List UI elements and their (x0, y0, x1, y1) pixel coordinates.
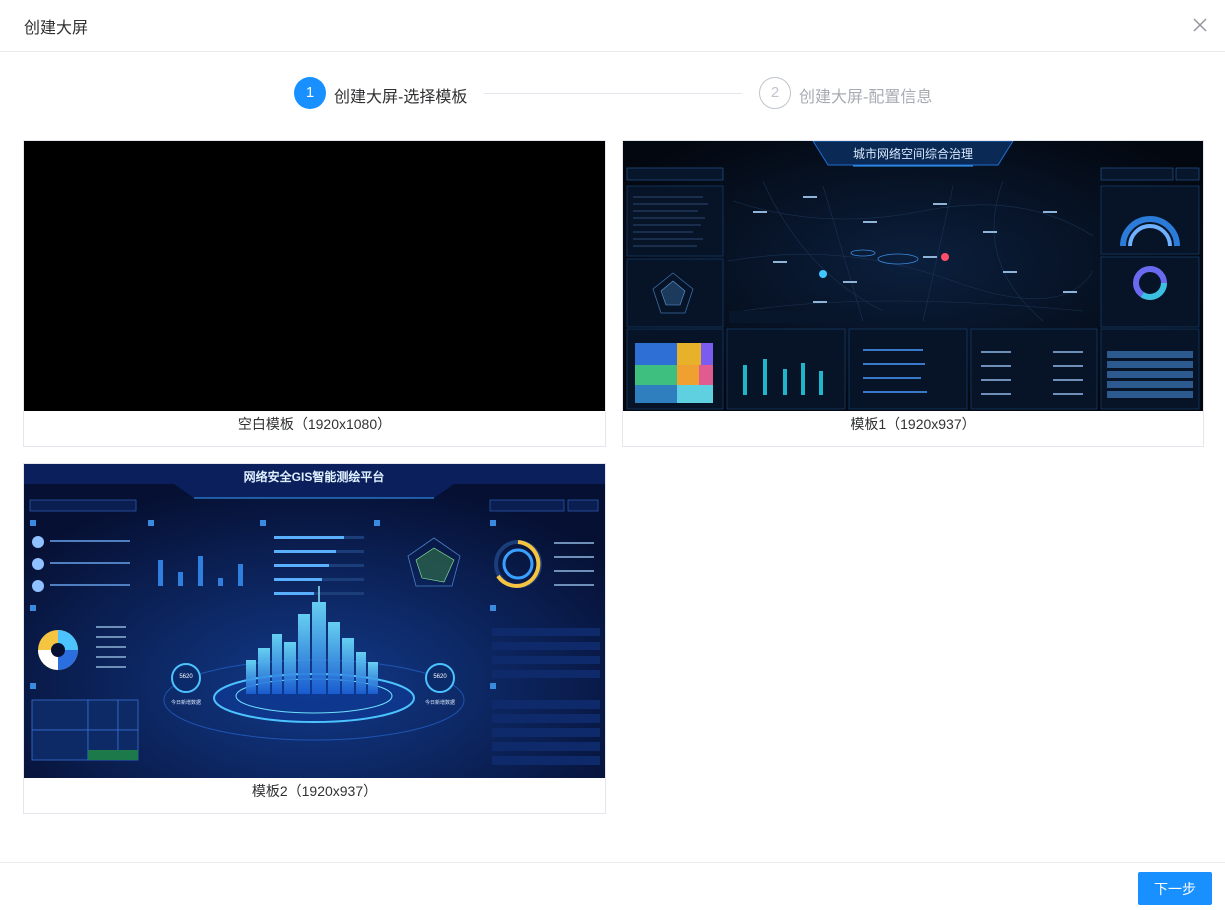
template-caption: 空白模板（1920x1080） (237, 416, 392, 432)
close-icon (1193, 18, 1207, 32)
dialog-footer (0, 862, 1225, 910)
template-caption: 模板1（1920x937） (850, 416, 976, 432)
step-1-number: 1 (294, 77, 326, 109)
step-2-number: 2 (759, 77, 791, 109)
template-card-2[interactable]: 网络安全GIS智能测绘平台 5620 今日新增数据 5620 今日新增数据 模板… (23, 463, 606, 814)
step-connector (484, 93, 742, 94)
template-preview-blank (24, 141, 605, 411)
template-caption: 模板2（1920x937） (251, 783, 378, 799)
template1-title: 城市网络空间综合治理 (853, 146, 973, 161)
steps: 1 创建大屏-选择模板 2 创建大屏-配置信息 (0, 76, 1225, 110)
step-1-label: 创建大屏-选择模板 (334, 89, 468, 106)
template-card-blank[interactable]: 空白模板（1920x1080） (23, 140, 606, 447)
gauge-left-label: 今日新增数据 (171, 699, 201, 706)
close-button[interactable] (1190, 15, 1210, 35)
step-2-label: 创建大屏-配置信息 (799, 89, 933, 106)
template-preview-2: 网络安全GIS智能测绘平台 5620 今日新增数据 5620 今日新增数据 (24, 464, 605, 778)
gauge-right-label: 今日新增数据 (425, 699, 455, 706)
gauge-right-value: 5620 (433, 674, 447, 680)
template-card-1[interactable]: 城市网络空间综合治理 模板1（1920x937） (622, 140, 1204, 447)
template2-title: 网络安全GIS智能测绘平台 (244, 469, 385, 484)
next-step-button[interactable]: 下一步 (1138, 872, 1212, 905)
template-preview-1: 城市网络空间综合治理 (623, 141, 1203, 411)
gauge-left-value: 5620 (179, 674, 193, 680)
dialog-header: 创建大屏 (0, 0, 1225, 52)
dialog-title: 创建大屏 (24, 20, 89, 37)
